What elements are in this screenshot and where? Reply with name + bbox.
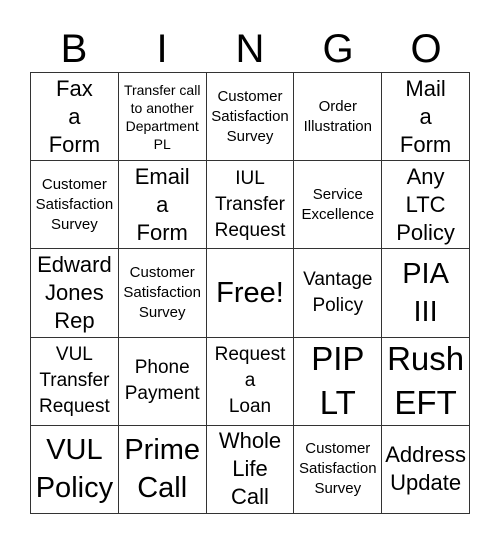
bingo-cell[interactable]: Customer Satisfaction Survey <box>294 425 383 514</box>
bingo-cell[interactable]: Prime Call <box>118 425 207 514</box>
header-letter-g: G <box>322 27 354 71</box>
bingo-cell-label: Service Excellence <box>301 185 375 223</box>
header-letter-n: N <box>235 27 265 71</box>
bingo-cell-label: Prime Call <box>124 434 201 505</box>
bingo-cell-label: Customer Satisfaction Survey <box>123 263 201 321</box>
bingo-cell[interactable]: Email a Form <box>118 161 207 250</box>
bingo-cell[interactable]: Vantage Policy <box>294 249 383 338</box>
bingo-header: B I N G O <box>30 24 470 74</box>
bingo-cell-label: PIA III <box>402 257 449 328</box>
bingo-grid: Fax a Form Transfer call to another Depar… <box>30 72 470 514</box>
bingo-cell[interactable]: Address Update <box>382 425 470 514</box>
bingo-cell-label: Any LTC Policy <box>396 163 455 245</box>
bingo-cell[interactable]: Rush EFT <box>382 337 470 426</box>
bingo-cell-label: Customer Satisfaction Survey <box>35 175 114 233</box>
bingo-cell[interactable]: Customer Satisfaction Survey <box>118 249 207 338</box>
bingo-cell[interactable]: Customer Satisfaction Survey <box>31 161 119 250</box>
bingo-cell-label: Transfer call to another Department PL <box>123 81 201 152</box>
bingo-cell[interactable]: VUL Policy <box>31 425 119 514</box>
header-letter-o: O <box>410 27 442 71</box>
bingo-cell[interactable]: Service Excellence <box>294 161 383 250</box>
bingo-cell-label: Customer Satisfaction Survey <box>299 440 377 498</box>
bingo-cell-label: Rush EFT <box>387 340 465 422</box>
bingo-cell-label: Email a Form <box>134 163 190 245</box>
bingo-cell-label: Phone Payment <box>124 357 200 405</box>
header-letter-b: B <box>60 27 88 71</box>
bingo-cell[interactable]: Order Illustration <box>294 73 383 162</box>
bingo-cell-label: VUL Transfer Request <box>39 344 110 418</box>
bingo-cell[interactable]: Any LTC Policy <box>382 161 470 250</box>
bingo-cell-label: VUL Policy <box>35 434 114 505</box>
bingo-cell-label: IUL Transfer Request <box>214 167 286 241</box>
bingo-cell-label: Customer Satisfaction Survey <box>211 87 289 145</box>
bingo-cell-label: Fax a Form <box>48 75 101 157</box>
bingo-cell[interactable]: Whole Life Call <box>206 425 295 514</box>
bingo-cell-label: Request a Loan <box>214 344 286 418</box>
bingo-cell-label: Address Update <box>385 442 466 496</box>
header-letter-i: I <box>156 27 168 71</box>
bingo-cell[interactable]: VUL Transfer Request <box>31 337 119 426</box>
bingo-cell[interactable]: Transfer call to another Department PL <box>118 73 207 162</box>
bingo-cell[interactable]: PIA III <box>382 249 470 338</box>
bingo-cell-free[interactable]: Free! <box>206 249 295 338</box>
bingo-cell[interactable]: Customer Satisfaction Survey <box>206 73 295 162</box>
bingo-cell-label: Whole Life Call <box>218 428 282 510</box>
bingo-cell-label: PIP LT <box>311 340 365 422</box>
bingo-cell[interactable]: Fax a Form <box>31 73 119 162</box>
bingo-cell-label: Free! <box>216 276 284 309</box>
bingo-cell[interactable]: Edward Jones Rep <box>31 249 119 338</box>
bingo-cell[interactable]: Mail a Form <box>382 73 470 162</box>
bingo-cell[interactable]: Phone Payment <box>118 337 207 426</box>
bingo-cell-label: Vantage Policy <box>303 268 373 316</box>
bingo-cell[interactable]: Request a Loan <box>206 337 295 426</box>
bingo-cell-label: Order Illustration <box>303 97 372 135</box>
bingo-cell[interactable]: IUL Transfer Request <box>206 161 295 250</box>
bingo-cell-label: Mail a Form <box>399 75 452 157</box>
bingo-cell-label: Edward Jones Rep <box>37 251 112 333</box>
bingo-cell[interactable]: PIP LT <box>294 337 383 426</box>
